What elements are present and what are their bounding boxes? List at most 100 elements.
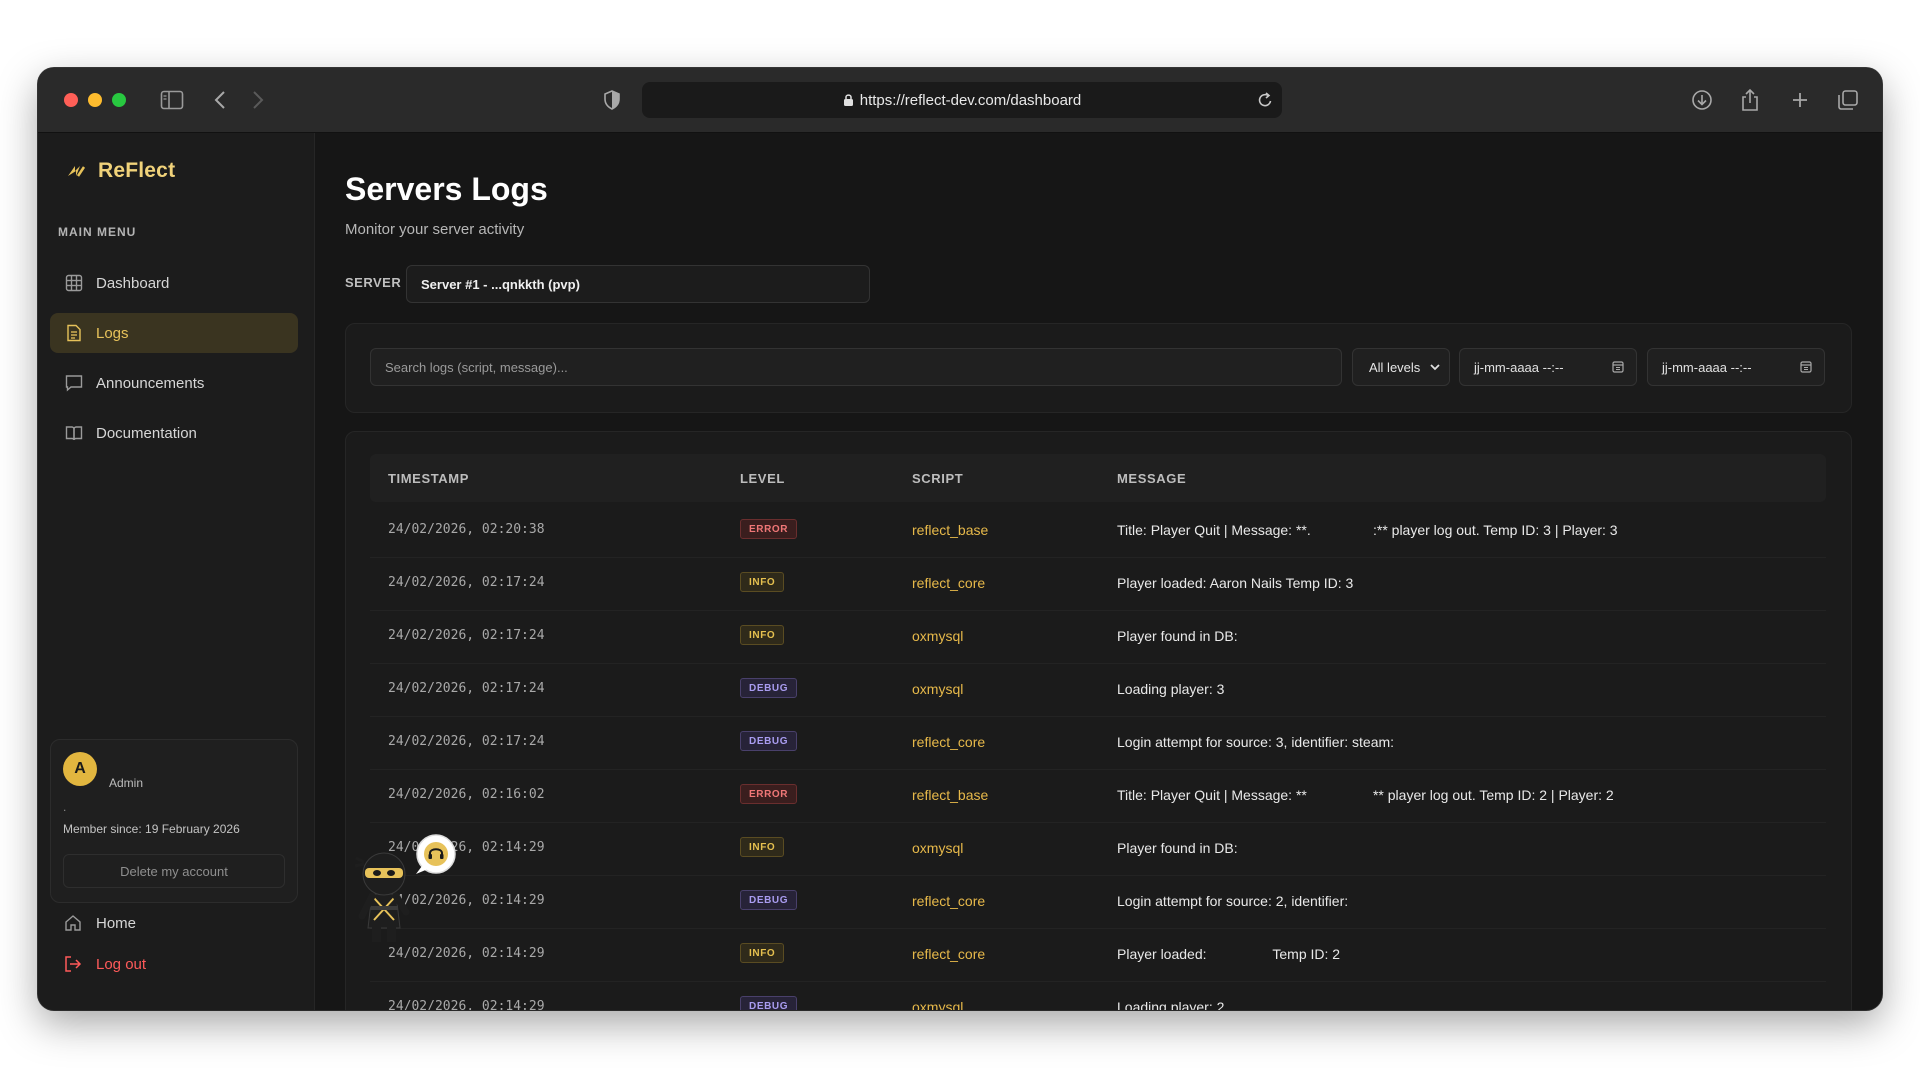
date-to-input[interactable]: jj-mm-aaaa --:-- [1647,348,1825,386]
level-badge: INFO [740,837,785,857]
table-row[interactable]: 24/02/2026, 02:20:38 ERROR reflect_base … [370,504,1826,558]
sidebar-item-dashboard[interactable]: Dashboard [50,263,298,303]
lightning-logo-icon [68,166,86,177]
sidebar-item-announcements[interactable]: Announcements [50,363,298,403]
column-header-level[interactable]: LEVEL [740,471,785,486]
reload-icon[interactable] [1256,90,1274,114]
main-content: Servers Logs Monitor your server activit… [315,133,1882,1010]
main-nav: Dashboard Logs Announcements Documentati… [50,263,298,463]
tab-overview-button[interactable] [1832,84,1864,116]
sidebar-item-label: Documentation [96,424,197,442]
level-badge: DEBUG [740,996,798,1010]
close-window-button[interactable] [64,93,78,107]
calendar-icon[interactable] [1612,360,1624,373]
support-mascot[interactable] [352,832,462,944]
table-row[interactable]: 24/02/2026, 02:14:29 DEBUG reflect_core … [370,875,1826,929]
sidebar-item-logs[interactable]: Logs [50,313,298,353]
message-cell: Loading player: 2 [1117,999,1225,1010]
user-email: . [63,800,67,814]
script-cell: oxmysql [912,840,964,856]
message-cell: Login attempt for source: 2, identifier: [1117,893,1349,909]
sidebar-icon [160,90,184,110]
url-text: https://reflect-dev.com/dashboard [859,91,1082,109]
table-row[interactable]: 24/02/2026, 02:14:29 INFO reflect_core P… [370,928,1826,982]
column-header-script[interactable]: SCRIPT [912,471,963,486]
sidebar-item-label: Announcements [96,374,205,392]
message-cell: Loading player: 3 [1117,681,1225,697]
home-label: Home [96,914,137,932]
chevron-left-icon [214,91,225,109]
address-bar[interactable]: https://reflect-dev.com/dashboard [642,82,1282,118]
message-cell: Player loaded: Temp ID: 2 [1117,946,1341,962]
script-cell: oxmysql [912,999,964,1010]
sidebar: ReFlect MAIN MENU Dashboard Logs Announc… [38,133,315,1010]
timestamp-cell: 24/02/2026, 02:17:24 [388,628,545,643]
message-cell: Player loaded: Aaron Nails Temp ID: 3 [1117,575,1354,591]
member-since: Member since: 19 February 2026 [63,822,240,836]
sidebar-item-documentation[interactable]: Documentation [50,413,298,453]
script-cell: reflect_base [912,787,989,803]
back-button[interactable] [208,84,232,116]
table-row[interactable]: 24/02/2026, 02:14:29 DEBUG oxmysql Loadi… [370,981,1826,1010]
date-from-value: jj-mm-aaaa --:-- [1474,359,1564,375]
message-cell: Player found in DB: [1117,628,1238,644]
date-to-value: jj-mm-aaaa --:-- [1662,359,1752,375]
table-row[interactable]: 24/02/2026, 02:17:24 DEBUG oxmysql Loadi… [370,663,1826,717]
zoom-window-button[interactable] [112,93,126,107]
lock-icon [843,93,854,107]
browser-window: https://reflect-dev.com/dashboard ReFlec… [38,68,1882,1010]
script-cell: reflect_base [912,522,989,538]
main-menu-heading: MAIN MENU [58,225,137,239]
timestamp-cell: 24/02/2026, 02:14:29 [388,946,545,961]
share-icon [1742,88,1758,111]
timestamp-cell: 24/02/2026, 02:14:29 [388,999,545,1010]
table-row[interactable]: 24/02/2026, 02:17:24 INFO oxmysql Player… [370,610,1826,664]
table-row[interactable]: 24/02/2026, 02:17:24 INFO reflect_core P… [370,557,1826,611]
message-icon [64,373,84,393]
avatar: A [63,752,97,786]
search-input[interactable]: Search logs (script, message)... [370,348,1342,386]
timestamp-cell: 24/02/2026, 02:17:24 [388,575,545,590]
document-icon [64,323,84,343]
script-cell: oxmysql [912,628,964,644]
privacy-shield-button[interactable] [600,84,624,116]
message-cell: Title: Player Quit | Message: **. :** pl… [1117,522,1618,538]
sidebar-item-label: Dashboard [96,274,170,292]
level-badge: DEBUG [740,731,798,751]
table-row[interactable]: 24/02/2026, 02:17:24 DEBUG reflect_core … [370,716,1826,770]
table-header: TIMESTAMP LEVEL SCRIPT MESSAGE [370,454,1826,502]
server-select[interactable]: Server #1 - ...qnkkth (pvp) [406,265,870,303]
timestamp-cell: 24/02/2026, 02:20:38 [388,522,545,537]
new-tab-button[interactable] [1784,84,1816,116]
delete-account-button[interactable]: Delete my account [63,854,285,888]
logout-link[interactable]: Log out [64,955,146,973]
grid-icon [64,273,84,293]
timestamp-cell: 24/02/2026, 02:17:24 [388,681,545,696]
message-cell: Title: Player Quit | Message: ** ** play… [1117,787,1614,803]
timestamp-cell: 24/02/2026, 02:17:24 [388,734,545,749]
calendar-icon[interactable] [1800,360,1812,373]
level-select[interactable]: All levels [1352,348,1450,386]
table-row[interactable]: 24/02/2026, 02:14:29 INFO oxmysql Player… [370,822,1826,876]
minimize-window-button[interactable] [88,93,102,107]
level-badge: ERROR [740,784,798,804]
filter-panel: Search logs (script, message)... All lev… [345,323,1852,413]
server-label: SERVER [345,275,402,290]
share-button[interactable] [1734,84,1766,116]
forward-button[interactable] [246,84,270,116]
plus-icon [1793,93,1807,107]
column-header-message[interactable]: MESSAGE [1117,471,1186,486]
date-from-input[interactable]: jj-mm-aaaa --:-- [1459,348,1637,386]
sidebar-toggle-button[interactable] [156,84,188,116]
level-badge: DEBUG [740,678,798,698]
script-cell: reflect_core [912,734,986,750]
message-cell: Login attempt for source: 3, identifier:… [1117,734,1395,750]
column-header-timestamp[interactable]: TIMESTAMP [388,471,469,486]
home-link[interactable]: Home [64,914,136,932]
table-row[interactable]: 24/02/2026, 02:16:02 ERROR reflect_base … [370,769,1826,823]
downloads-button[interactable] [1686,84,1718,116]
logs-table: TIMESTAMP LEVEL SCRIPT MESSAGE 24/02/202… [345,431,1852,1010]
user-role: Admin [109,776,144,790]
book-icon [64,423,84,443]
brand-logo[interactable]: ReFlect [66,159,175,183]
